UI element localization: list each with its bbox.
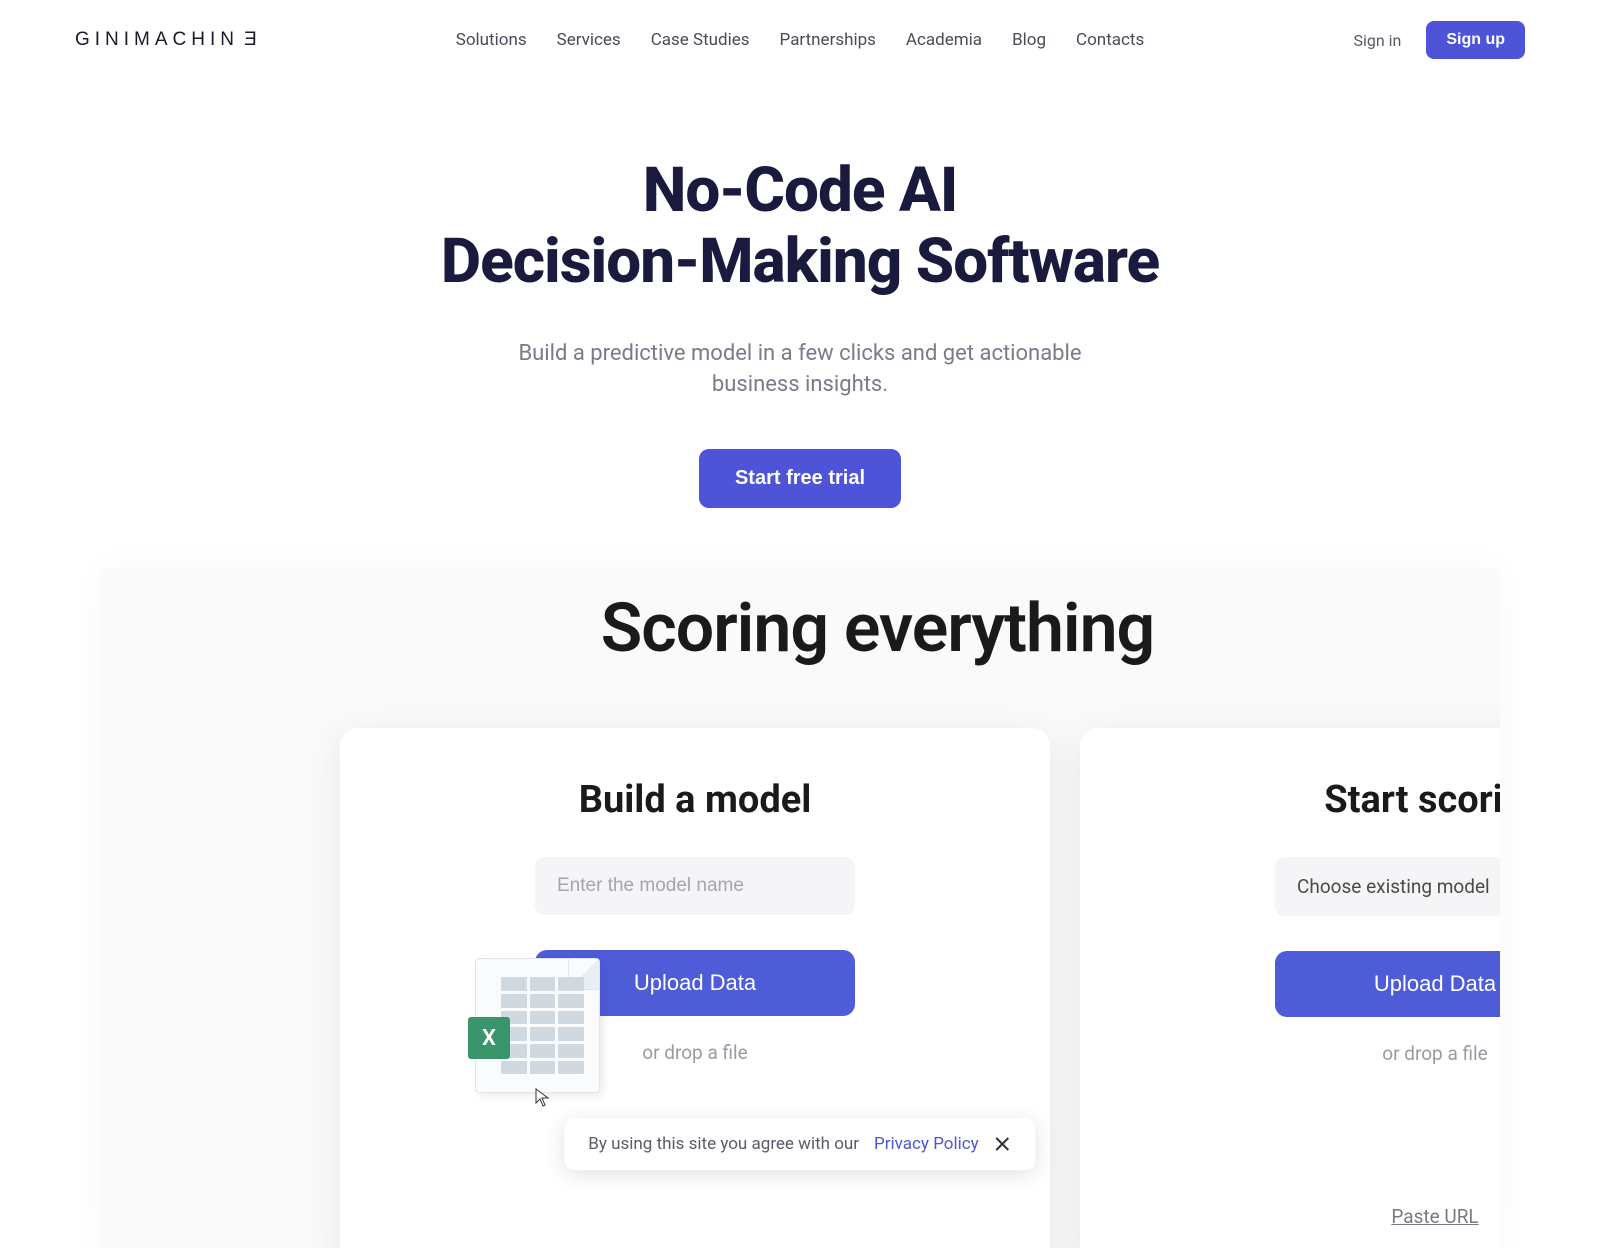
sign-in-link[interactable]: Sign in xyxy=(1353,31,1401,50)
excel-file-icon[interactable]: X xyxy=(475,958,600,1093)
build-model-title: Build a model xyxy=(390,778,1000,822)
nav-case-studies[interactable]: Case Studies xyxy=(651,30,750,50)
nav-partnerships[interactable]: Partnerships xyxy=(780,30,876,50)
demo-title: Scoring everything xyxy=(255,588,1500,668)
paste-url-link[interactable]: Paste URL xyxy=(1130,1205,1500,1228)
upload-data-button-2[interactable]: Upload Data xyxy=(1275,951,1500,1017)
start-scoring-card: Start scoring Choose existing model Uplo… xyxy=(1080,728,1500,1248)
start-scoring-title: Start scoring xyxy=(1130,778,1500,822)
nav-services[interactable]: Services xyxy=(557,30,621,50)
cookie-text: By using this site you agree with our xyxy=(588,1134,859,1154)
sign-up-button[interactable]: Sign up xyxy=(1426,21,1525,59)
main-nav: Solutions Services Case Studies Partners… xyxy=(456,30,1144,50)
model-name-input[interactable] xyxy=(535,857,855,915)
privacy-policy-link[interactable]: Privacy Policy xyxy=(874,1134,979,1154)
start-free-trial-button[interactable]: Start free trial xyxy=(699,449,901,508)
logo[interactable]: GINIMACHINE xyxy=(75,29,257,51)
hero-subtitle: Build a predictive model in a few clicks… xyxy=(510,338,1090,402)
excel-badge: X xyxy=(468,1017,510,1059)
choose-model-select[interactable]: Choose existing model xyxy=(1275,857,1500,916)
hero-title: No-Code AI Decision-Making Software xyxy=(0,155,1600,298)
nav-contacts[interactable]: Contacts xyxy=(1076,30,1144,50)
drop-file-text-2: or drop a file xyxy=(1130,1042,1500,1065)
close-icon[interactable] xyxy=(994,1135,1012,1153)
build-model-card: Build a model Upload Data or drop a file… xyxy=(340,728,1050,1248)
nav-solutions[interactable]: Solutions xyxy=(456,30,527,50)
cursor-icon xyxy=(535,1088,551,1108)
nav-blog[interactable]: Blog xyxy=(1012,30,1046,50)
nav-academia[interactable]: Academia xyxy=(906,30,982,50)
cookie-consent-bar: By using this site you agree with our Pr… xyxy=(564,1118,1035,1170)
